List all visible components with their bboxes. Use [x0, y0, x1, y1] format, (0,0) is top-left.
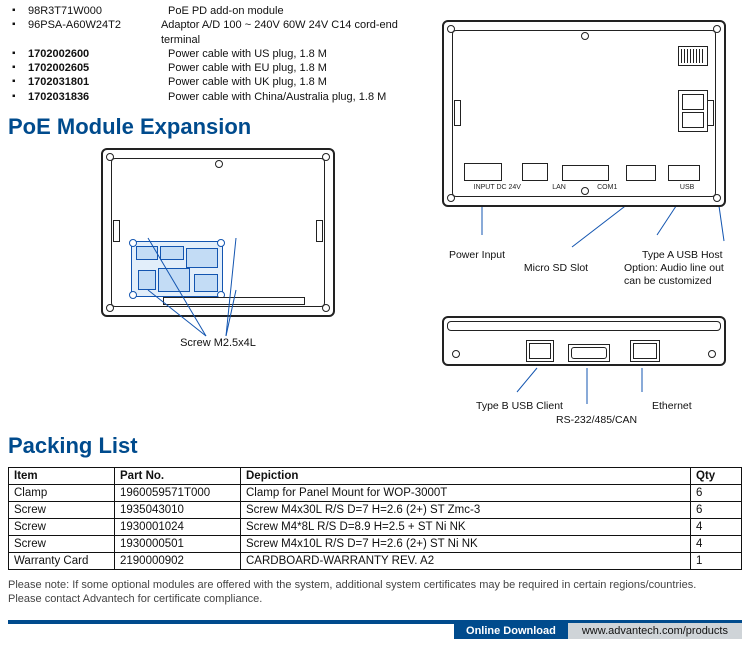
compliance-note: Please note: If some optional modules ar… [8, 578, 742, 607]
footer-url: www.advantech.com/products [568, 623, 742, 639]
footer: Online Download www.advantech.com/produc… [8, 623, 742, 639]
accessory-item: 96PSA-A60W24T2Adaptor A/D 100 ~ 240V 60W… [24, 18, 426, 47]
accessory-sku: 1702002605 [28, 61, 168, 75]
port-label: USB [680, 184, 694, 191]
th-item: Item [9, 467, 115, 484]
th-part: Part No. [115, 467, 241, 484]
accessory-item: 1702002600Power cable with US plug, 1.8 … [24, 47, 426, 61]
accessory-desc: Power cable with US plug, 1.8 M [168, 47, 327, 61]
poe-callout-lines [88, 308, 348, 348]
label-usb-a: Type A USB Host [638, 249, 727, 262]
io-bottom-diagram [442, 316, 726, 366]
table-row: Screw1930000501Screw M4x10L R/S D=7 H=2.… [9, 535, 742, 552]
accessory-item: 1702002605Power cable with EU plug, 1.8 … [24, 61, 426, 75]
label-audio-opt-l1: Option: Audio line out [624, 262, 724, 274]
packing-title: Packing List [8, 433, 742, 459]
label-ethernet: Ethernet [648, 400, 696, 413]
label-rs: RS-232/485/CAN [552, 414, 641, 427]
th-qty: Qty [691, 467, 742, 484]
io-bottom-callouts [442, 372, 742, 400]
io-back-labels: Power Input Type A USB Host Micro SD Slo… [434, 249, 742, 288]
ethernet-port [630, 340, 660, 362]
io-back-callouts [442, 213, 742, 249]
com1-port [562, 165, 609, 181]
table-row: Screw1935043010Screw M4x30L R/S D=7 H=2.… [9, 501, 742, 518]
lan-port [522, 163, 548, 181]
accessory-sku: 1702031836 [28, 90, 168, 104]
table-row: Screw1930001024Screw M4*8L R/S D=8.9 H=2… [9, 518, 742, 535]
accessories-list: 98R3T71W000PoE PD add-on module 96PSA-A6… [8, 4, 426, 104]
accessory-desc: Power cable with China/Australia plug, 1… [168, 90, 386, 104]
rs-port [568, 344, 610, 362]
accessory-item: 1702031801Power cable with UK plug, 1.8 … [24, 75, 426, 89]
accessory-desc: Adaptor A/D 100 ~ 240V 60W 24V C14 cord-… [161, 18, 426, 47]
label-audio-opt-l2: can be customized [624, 275, 712, 287]
usb-b-port [526, 340, 554, 362]
footer-label: Online Download [454, 623, 568, 639]
accessory-item: 1702031836Power cable with China/Austral… [24, 90, 426, 104]
table-row: Clamp1960059571T000Clamp for Panel Mount… [9, 484, 742, 501]
accessory-sku: 1702002600 [28, 47, 168, 61]
accessory-sku: 96PSA-A60W24T2 [28, 18, 161, 47]
port-label: INPUT DC 24V [474, 184, 521, 191]
accessory-sku: 98R3T71W000 [28, 4, 168, 18]
poe-title: PoE Module Expansion [8, 114, 426, 140]
port-label-strip: INPUT DC 24V LAN COM1 USB [458, 184, 710, 191]
io-bottom-labels: Type B USB Client Ethernet RS-232/485/CA… [434, 400, 742, 426]
label-micro-sd: Micro SD Slot [492, 262, 620, 288]
poe-board-icon [131, 241, 223, 297]
port-label: LAN [552, 184, 566, 191]
packing-table: Item Part No. Depiction Qty Clamp1960059… [8, 467, 742, 570]
io-back-diagram: INPUT DC 24V LAN COM1 USB [442, 20, 726, 207]
power-port [464, 163, 502, 181]
th-depiction: Depiction [241, 467, 691, 484]
accessory-desc: Power cable with EU plug, 1.8 M [168, 61, 327, 75]
sd-port [626, 165, 656, 181]
usb-port [668, 165, 700, 181]
table-row: Warranty Card2190000902CARDBOARD-WARRANT… [9, 552, 742, 569]
accessory-desc: PoE PD add-on module [168, 4, 284, 18]
accessory-desc: Power cable with UK plug, 1.8 M [168, 75, 327, 89]
accessory-sku: 1702031801 [28, 75, 168, 89]
label-usb-b: Type B USB Client [472, 400, 600, 413]
poe-diagram [101, 148, 335, 317]
accessory-item: 98R3T71W000PoE PD add-on module [24, 4, 426, 18]
port-label: COM1 [597, 184, 617, 191]
label-power-input: Power Input [434, 249, 520, 262]
